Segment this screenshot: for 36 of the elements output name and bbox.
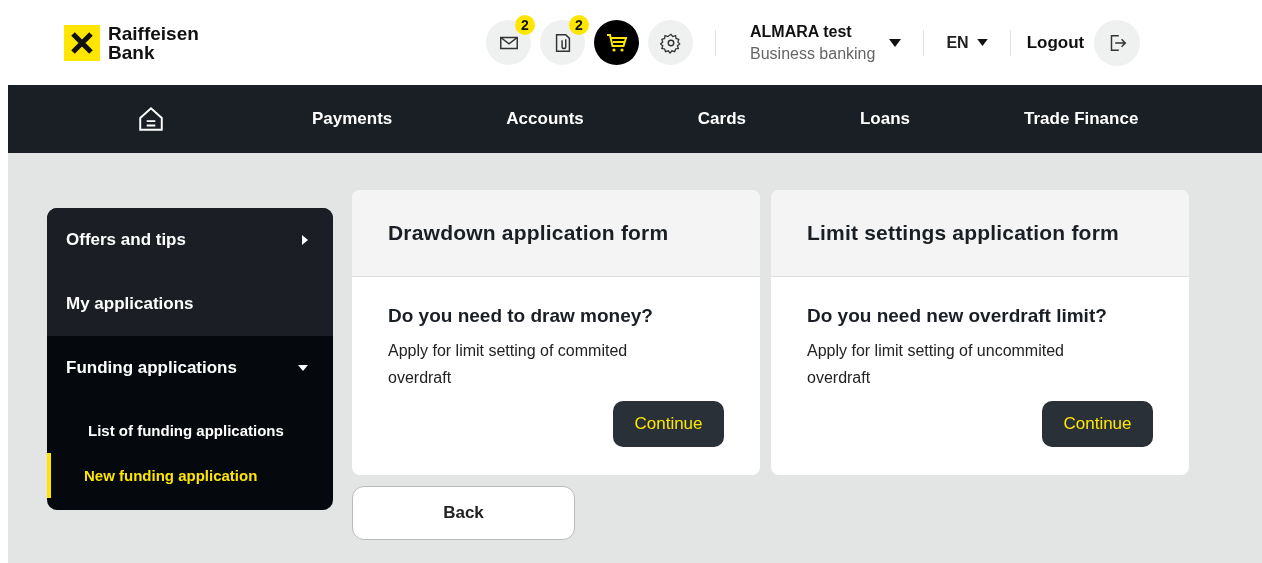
document-button[interactable] (540, 20, 585, 65)
card-question: Do you need new overdraft limit? (807, 305, 1108, 327)
nav-link[interactable]: Cards (697, 109, 746, 129)
sidebar-subitem[interactable]: New funding application (47, 453, 333, 498)
count-badge: 2 (515, 15, 535, 35)
logo-text: Bank (108, 42, 156, 62)
caret-icon (976, 39, 988, 46)
settings-icon (659, 31, 682, 54)
sidebar-item[interactable]: Offers and tips (47, 208, 333, 272)
home-icon[interactable] (137, 105, 165, 133)
continue-button[interactable]: Continue (1042, 401, 1153, 447)
card-description: Apply for limit setting of uncommited overdraft (807, 341, 1065, 388)
logout-link[interactable]: Logout (1026, 32, 1085, 53)
sidebar-subitem[interactable]: List of funding applications (47, 408, 333, 453)
caret-icon (889, 38, 902, 47)
cart-button[interactable] (594, 20, 639, 65)
nav-link[interactable]: Payments (312, 109, 393, 129)
card-title: Limit settings application form (807, 221, 1119, 245)
language-selector[interactable]: EN (924, 33, 1010, 52)
nav-link[interactable]: Trade Finance (1024, 109, 1139, 129)
nav-link[interactable]: Loans (860, 109, 911, 129)
caret-down-icon (298, 365, 308, 371)
count-badge: 2 (569, 15, 589, 35)
card-question: Do you need to draw money? (388, 305, 654, 327)
logo-text: Raiffeisen (108, 23, 199, 43)
account-selector[interactable]: ALMARA test Business banking (716, 22, 924, 63)
card-description: Apply for limit setting of commited overdraft (388, 341, 629, 388)
settings-button[interactable] (648, 20, 693, 65)
logo-icon (64, 24, 100, 61)
mail-button[interactable] (486, 20, 531, 65)
nav-link[interactable]: Accounts (506, 109, 584, 129)
back-button[interactable]: Back (352, 486, 575, 540)
sidebar-item[interactable]: My applications (47, 272, 333, 336)
continue-button[interactable]: Continue (613, 401, 724, 447)
caret-right-icon (302, 235, 308, 245)
card-title: Drawdown application form (388, 221, 669, 245)
